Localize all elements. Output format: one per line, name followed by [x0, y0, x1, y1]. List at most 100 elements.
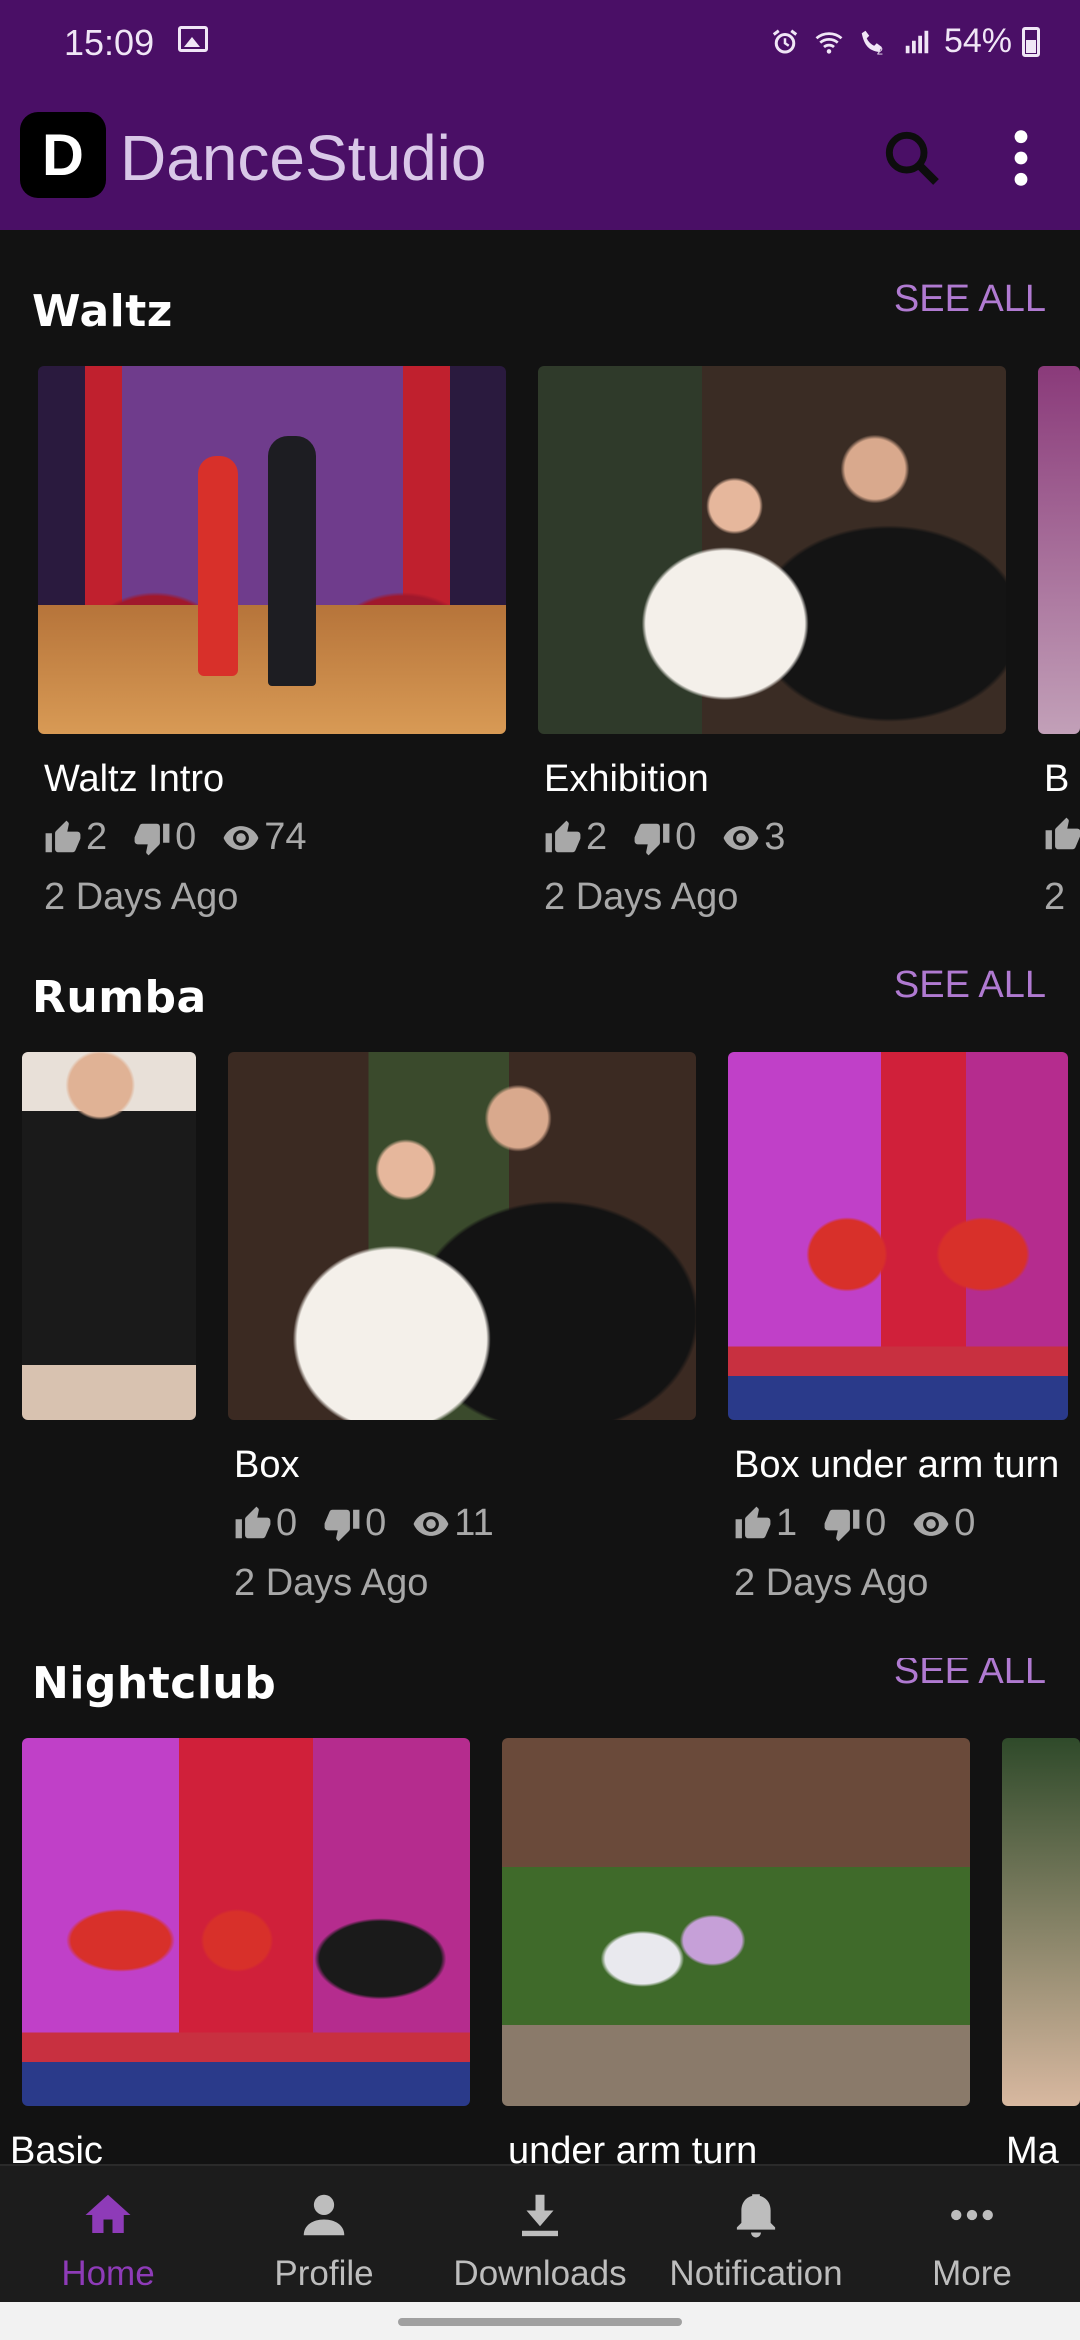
more-horizontal-icon — [951, 2209, 993, 2221]
nav-label: Profile — [274, 2254, 374, 2293]
app-title: DanceStudio — [120, 122, 487, 194]
app-logo: D — [20, 112, 106, 198]
video-title: Exhibition — [544, 758, 709, 800]
video-stats — [1044, 816, 1080, 854]
eye-icon — [722, 819, 760, 857]
video-title: Ma — [1006, 2130, 1059, 2164]
see-all-button[interactable]: SEE ALL — [894, 278, 1046, 321]
nav-notification[interactable]: Notification — [648, 2166, 864, 2304]
likes-stat[interactable]: 1 — [734, 1502, 797, 1545]
video-date: 2 Days Ago — [734, 1562, 929, 1604]
video-stats: 0 0 11 — [234, 1502, 520, 1545]
likes-count: 0 — [276, 1502, 298, 1544]
section-nightclub: Nightclub SEE ALL Basic under arm turn M… — [0, 1658, 1080, 2164]
wifi-icon — [815, 31, 843, 54]
views-stat: 74 — [222, 816, 307, 859]
video-date: 2 Days Ago — [44, 876, 239, 918]
status-bar: 15:09 2 54% — [0, 0, 1080, 86]
dislikes-count: 0 — [865, 1502, 887, 1544]
views-count: 74 — [264, 816, 307, 858]
nav-label: Downloads — [453, 2254, 627, 2293]
video-stats: 1 0 0 — [734, 1502, 1001, 1545]
nav-downloads[interactable]: Downloads — [432, 2166, 648, 2304]
signal-icon — [905, 30, 929, 53]
video-thumbnail[interactable] — [502, 1738, 970, 2106]
nav-profile[interactable]: Profile — [216, 2166, 432, 2304]
video-thumbnail[interactable] — [728, 1052, 1068, 1420]
section-title: Nightclub — [32, 1658, 277, 1709]
thumb-up-icon — [544, 819, 582, 857]
views-count: 0 — [954, 1502, 976, 1544]
nav-label: More — [932, 2254, 1012, 2293]
views-stat: 0 — [912, 1502, 975, 1545]
thumb-down-icon — [323, 1505, 361, 1543]
video-date: 2 Days Ago — [234, 1562, 429, 1604]
video-thumbnail[interactable] — [38, 366, 506, 734]
nav-label: Home — [61, 2254, 155, 2293]
battery-percent: 54% — [943, 22, 1012, 60]
dislikes-count: 0 — [175, 816, 197, 858]
eye-icon — [912, 1505, 950, 1543]
search-icon[interactable] — [880, 126, 944, 190]
views-count: 11 — [454, 1502, 494, 1544]
video-thumbnail[interactable] — [228, 1052, 696, 1420]
likes-stat[interactable]: 2 — [544, 816, 607, 859]
likes-stat[interactable]: 0 — [234, 1502, 297, 1545]
status-time: 15:09 — [64, 22, 155, 63]
video-thumbnail[interactable] — [1038, 366, 1080, 734]
dislikes-stat[interactable]: 0 — [633, 816, 696, 859]
likes-stat[interactable] — [1044, 816, 1080, 854]
bell-icon — [736, 2194, 776, 2238]
views-stat: 11 — [412, 1502, 494, 1545]
video-date: 2 — [1044, 876, 1066, 918]
likes-count: 1 — [776, 1502, 798, 1544]
video-thumbnail[interactable] — [1002, 1738, 1080, 2106]
video-title: Waltz Intro — [44, 758, 225, 800]
profile-icon — [303, 2194, 345, 2236]
thumb-down-icon — [633, 819, 671, 857]
app-bar: D DanceStudio — [0, 86, 1080, 230]
video-title: Box under arm turn — [734, 1444, 1060, 1486]
dislikes-stat[interactable]: 0 — [133, 816, 196, 859]
overflow-menu-icon[interactable] — [996, 126, 1046, 190]
thumb-down-icon — [823, 1505, 861, 1543]
bottom-navigation: Home Profile Downloads Notification More — [0, 2164, 1080, 2302]
dislikes-count: 0 — [675, 816, 697, 858]
section-title: Rumba — [32, 972, 207, 1023]
video-thumbnail[interactable] — [538, 366, 1006, 734]
wifi-calling-icon: 2 — [861, 30, 883, 57]
eye-icon — [412, 1505, 450, 1543]
thumb-up-icon — [1044, 816, 1080, 854]
dislikes-stat[interactable]: 0 — [823, 1502, 886, 1545]
nav-label: Notification — [669, 2254, 843, 2293]
see-all-button[interactable]: SEE ALL — [894, 964, 1046, 1007]
section-title: Waltz — [32, 286, 173, 337]
video-thumbnail[interactable] — [22, 1052, 196, 1420]
section-rumba: Rumba SEE ALL Box 0 0 11 2 Days Ago Box … — [0, 964, 1080, 1612]
download-icon — [522, 2194, 558, 2237]
video-thumbnail[interactable] — [22, 1738, 470, 2106]
app-logo-letter: D — [42, 122, 84, 188]
dislikes-stat[interactable]: 0 — [323, 1502, 386, 1545]
home-icon — [85, 2194, 131, 2233]
video-title: Basic — [10, 2130, 103, 2164]
battery-icon — [1022, 26, 1040, 57]
home-gesture-bar[interactable] — [398, 2318, 682, 2326]
nav-home[interactable]: Home — [0, 2166, 216, 2304]
video-stats: 2 0 3 — [544, 816, 811, 859]
gesture-area — [0, 2302, 1080, 2340]
gallery-notification-icon — [178, 26, 208, 52]
likes-count: 2 — [586, 816, 608, 858]
nav-more[interactable]: More — [864, 2166, 1080, 2304]
views-count: 3 — [764, 816, 786, 858]
thumb-up-icon — [44, 819, 82, 857]
eye-icon — [222, 819, 260, 857]
likes-count: 2 — [86, 816, 108, 858]
likes-stat[interactable]: 2 — [44, 816, 107, 859]
video-stats: 2 0 74 — [44, 816, 333, 859]
see-all-button[interactable]: SEE ALL — [894, 1658, 1046, 1693]
thumb-up-icon — [734, 1505, 772, 1543]
video-title: B — [1044, 758, 1070, 800]
video-title: Box — [234, 1444, 300, 1486]
alarm-icon — [772, 29, 798, 53]
